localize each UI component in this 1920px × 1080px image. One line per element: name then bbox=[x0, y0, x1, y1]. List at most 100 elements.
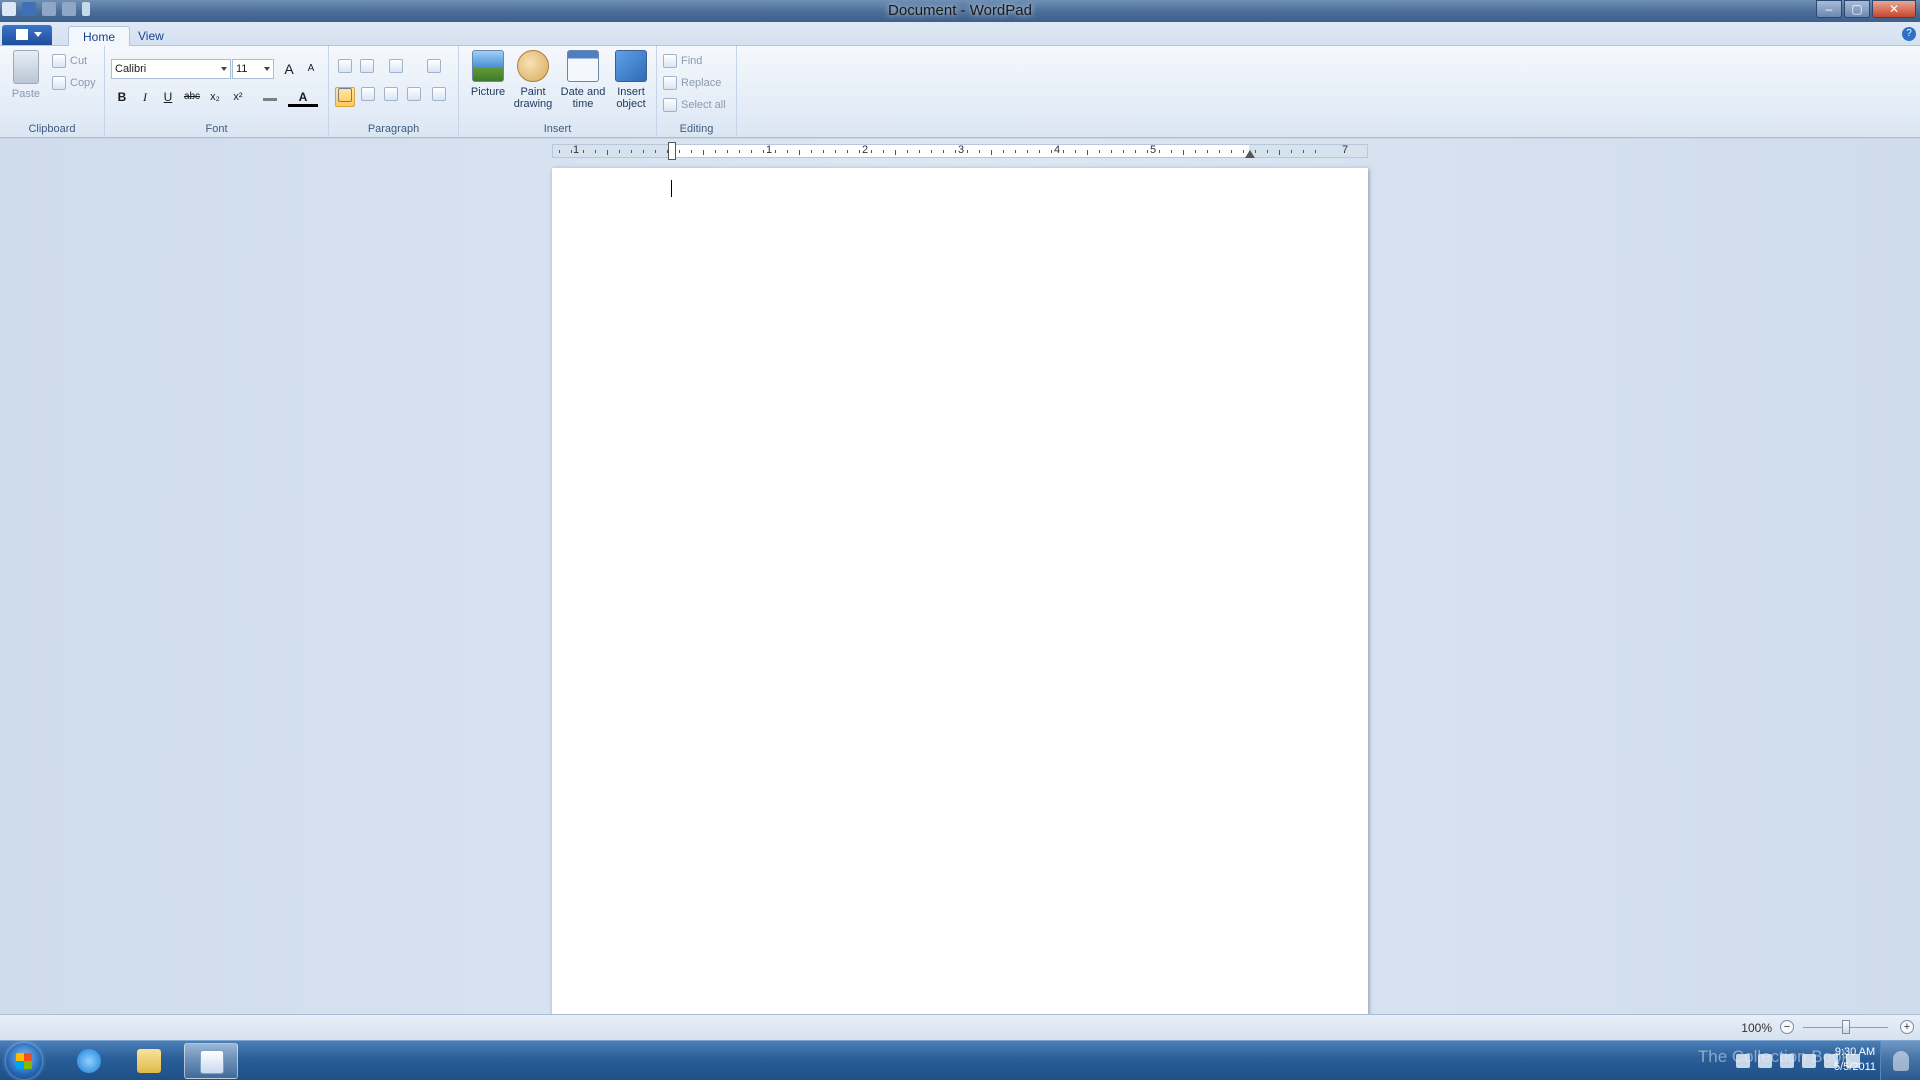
ruler-tick bbox=[655, 150, 656, 153]
ruler[interactable]: 1 1 2 3 4 5 7 bbox=[552, 142, 1368, 160]
scissors-icon bbox=[52, 54, 66, 68]
zoom-slider-thumb[interactable] bbox=[1842, 1020, 1850, 1034]
ruler-tick bbox=[943, 150, 944, 153]
ruler-tick bbox=[1159, 150, 1160, 153]
show-desktop-button[interactable] bbox=[1880, 1041, 1920, 1080]
object-label-line2: object bbox=[616, 98, 646, 110]
cut-button[interactable]: Cut bbox=[52, 54, 87, 68]
ruler-tick bbox=[859, 150, 860, 153]
zoom-out-button[interactable]: − bbox=[1780, 1020, 1794, 1034]
taskbar-explorer[interactable] bbox=[122, 1043, 176, 1079]
date-time-button[interactable]: Date and time bbox=[557, 50, 609, 110]
taskbar: The Collection Book 9:30 AM 5/5/2011 bbox=[0, 1040, 1920, 1080]
show-hidden-icons-icon[interactable] bbox=[1780, 1054, 1794, 1068]
paint-drawing-button[interactable]: Paint drawing bbox=[509, 50, 557, 110]
italic-button[interactable]: I bbox=[135, 87, 155, 107]
copy-button[interactable]: Copy bbox=[52, 76, 96, 90]
ruler-tick bbox=[1075, 150, 1076, 153]
font-family-select[interactable]: Calibri bbox=[111, 59, 231, 79]
line-spacing-button[interactable] bbox=[419, 59, 449, 79]
replace-button[interactable]: Replace bbox=[663, 76, 721, 90]
clock-time: 9:30 AM bbox=[1834, 1046, 1876, 1058]
ruler-tick bbox=[871, 150, 872, 153]
insert-picture-button[interactable]: Picture bbox=[467, 50, 509, 98]
grow-font-button[interactable]: A bbox=[279, 59, 299, 79]
chevron-down-icon bbox=[221, 67, 227, 71]
align-right-button[interactable] bbox=[381, 87, 401, 107]
document-workspace: 1 1 2 3 4 5 7 bbox=[0, 139, 1920, 1014]
cut-label: Cut bbox=[70, 55, 88, 67]
document-page[interactable] bbox=[552, 168, 1368, 1014]
close-button[interactable]: ✕ bbox=[1872, 0, 1916, 18]
ruler-tick bbox=[643, 150, 644, 153]
ruler-tick bbox=[967, 150, 968, 153]
paste-button[interactable]: Paste bbox=[8, 50, 44, 100]
font-color-button[interactable]: A bbox=[288, 87, 318, 107]
calendar-clock-icon bbox=[567, 50, 599, 82]
tab-home[interactable]: Home bbox=[68, 26, 131, 47]
bullets-button[interactable] bbox=[381, 59, 411, 79]
tab-view[interactable]: View bbox=[124, 26, 178, 47]
ruler-tick bbox=[727, 150, 728, 153]
ruler-tick bbox=[931, 150, 932, 153]
select-all-button[interactable]: Select all bbox=[663, 98, 726, 112]
ruler-tick bbox=[1267, 150, 1268, 153]
picture-icon bbox=[472, 50, 504, 82]
justify-button[interactable] bbox=[404, 87, 424, 107]
find-label: Find bbox=[681, 55, 703, 67]
underline-button[interactable]: U bbox=[158, 87, 178, 107]
taskbar-clock[interactable]: 9:30 AM 5/5/2011 bbox=[1834, 1045, 1876, 1075]
keyboard-icon[interactable] bbox=[1736, 1054, 1750, 1068]
ruler-tick bbox=[595, 150, 596, 153]
ruler-number: 1 bbox=[766, 144, 773, 156]
indent-marker-icon[interactable] bbox=[668, 142, 676, 160]
bullet-list-icon bbox=[389, 59, 403, 73]
find-button[interactable]: Find bbox=[663, 54, 702, 68]
start-button[interactable] bbox=[6, 1043, 42, 1079]
ribbon: Paste Cut Copy Clipboard Calibri 11 A A … bbox=[0, 46, 1920, 138]
taskbar-internet-explorer[interactable] bbox=[62, 1043, 116, 1079]
paragraph-dialog-button[interactable] bbox=[429, 87, 449, 107]
ruler-tick bbox=[1063, 150, 1064, 153]
help-icon[interactable]: ? bbox=[1902, 27, 1916, 41]
font-size-select[interactable]: 11 bbox=[232, 59, 274, 79]
ruler-tick bbox=[1195, 150, 1196, 153]
ruler-tick bbox=[1183, 150, 1184, 155]
bold-button[interactable]: B bbox=[112, 87, 132, 107]
ruler-tick bbox=[1315, 150, 1316, 153]
align-left-button[interactable] bbox=[335, 87, 355, 107]
ruler-tick bbox=[715, 150, 716, 153]
strikethrough-button[interactable]: abc bbox=[182, 87, 202, 107]
select-all-icon bbox=[663, 98, 677, 112]
action-center-flag-icon[interactable] bbox=[1802, 1054, 1816, 1068]
paint-label-line1: Paint bbox=[520, 86, 546, 98]
align-right-icon bbox=[384, 87, 398, 101]
zoom-level: 100% bbox=[1741, 1021, 1772, 1035]
minimize-button[interactable]: ‒ bbox=[1816, 0, 1842, 18]
ruler-tick bbox=[1015, 150, 1016, 153]
datetime-label-line2: time bbox=[572, 98, 594, 110]
ruler-tick bbox=[1051, 150, 1052, 153]
decrease-indent-button[interactable] bbox=[335, 59, 355, 79]
taskbar-wordpad[interactable] bbox=[184, 1043, 238, 1079]
align-center-button[interactable] bbox=[358, 87, 378, 107]
zoom-in-button[interactable]: + bbox=[1900, 1020, 1914, 1034]
ruler-tick bbox=[751, 150, 752, 153]
maximize-button[interactable]: ▢ bbox=[1844, 0, 1870, 18]
ruler-number: 7 bbox=[1342, 144, 1349, 156]
clipboard-group: Paste Cut Copy Clipboard bbox=[0, 46, 105, 138]
ruler-tick bbox=[559, 150, 560, 153]
increase-indent-button[interactable] bbox=[357, 59, 377, 79]
application-menu-button[interactable] bbox=[2, 25, 52, 45]
insert-object-button[interactable]: Insert object bbox=[609, 50, 653, 110]
shrink-font-button[interactable]: A bbox=[301, 59, 321, 79]
ruler-tick bbox=[739, 150, 740, 153]
subscript-button[interactable]: x₂ bbox=[205, 87, 225, 107]
datetime-label-line1: Date and bbox=[560, 86, 606, 98]
right-indent-marker-icon[interactable] bbox=[1245, 150, 1255, 158]
highlight-color-button[interactable] bbox=[255, 87, 285, 107]
superscript-button[interactable]: x² bbox=[228, 87, 248, 107]
pen-icon[interactable] bbox=[1758, 1054, 1772, 1068]
ruler-tick bbox=[907, 150, 908, 153]
paint-palette-icon bbox=[517, 50, 549, 82]
